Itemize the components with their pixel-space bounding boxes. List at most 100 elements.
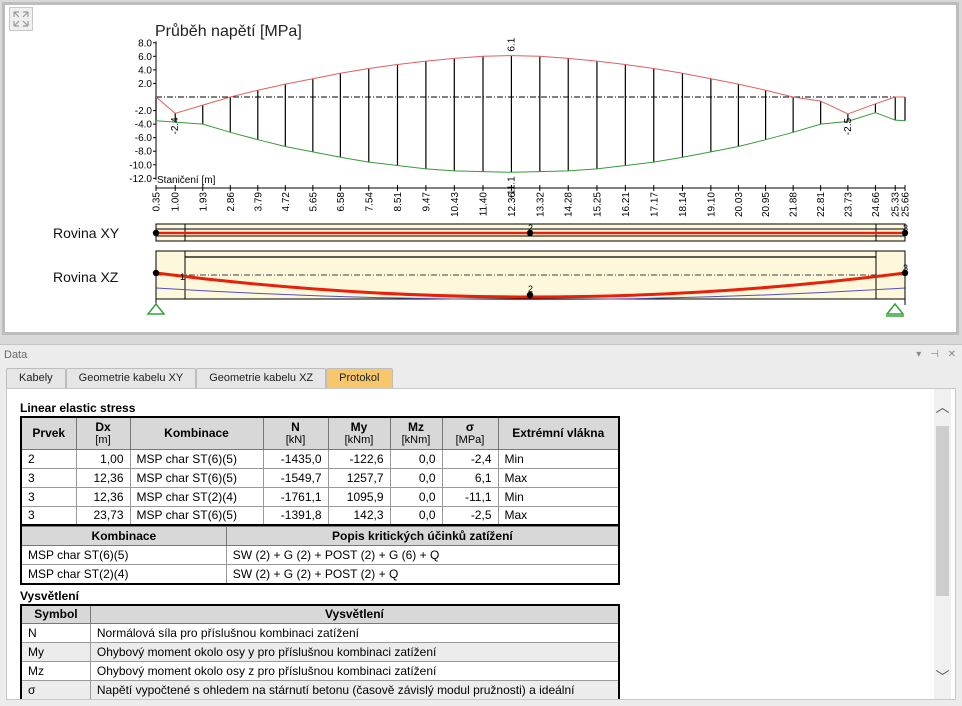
stress-cell: Max [497,505,620,526]
stress-header-unit: [kNm] [401,434,431,447]
combo-table-header: Kombinace Popis kritických účinků zatíže… [20,526,620,546]
x-tick-label: 9.47 [421,192,432,212]
stress-cell: -1761,1 [262,486,329,507]
tab-kabely[interactable]: Kabely [6,368,66,388]
scroll-down-icon[interactable]: ﹀ [934,667,951,687]
legend-table-header: Symbol Vysvětlení [20,604,620,624]
pin-icon[interactable]: ⊣ [930,349,939,360]
tab-bar: Kabely Geometrie kabelu XY Geometrie kabel… [6,368,393,388]
stress-header-2: Kombinace [129,416,264,450]
stress-cell: 0,0 [389,448,443,469]
stress-header-label: Prvek [32,426,66,441]
data-panel: Data ▾ ⊣ ✕ Kabely Geometrie kabelu XY Geom… [0,344,962,706]
peak-label: 6.1 [506,37,517,51]
stress-cell: 3 [20,467,77,488]
node-label: 3 [903,263,908,273]
combo-cell: SW (2) + G (2) + POST (2) + Q [225,564,620,584]
stress-header-6: σ [MPa] [441,416,499,450]
stress-chart: Průběh napětí [MPa]8.0 6.0 4.0 2.0 -2.0 -4.0 -… [53,22,912,317]
table-row: 3 12,36 MSP char ST(6)(5) -1549,7 1257,7 0,0 6… [20,467,620,488]
x-tick-label: 16.21 [621,192,632,217]
x-tick-label: 3.79 [253,192,264,212]
y-tick-label: 6.0 [138,52,152,63]
scroll-thumb[interactable] [936,426,949,596]
chart-title: Průběh napětí [MPa] [155,22,302,40]
legend-title: Vysvětlení [20,588,79,603]
x-tick-label: 25.66 [901,192,912,217]
legend-table-body: N Normálová síla pro příslušnou kombinaci… [20,623,620,699]
combo-header-kombinace: Kombinace [20,526,227,546]
stress-cell: Max [497,467,620,488]
stress-cell: 0,0 [389,486,443,507]
stress-cell: -2,4 [441,448,499,469]
x-tick-label: 1.00 [171,192,182,212]
stress-header-label: Kombinace [164,426,229,441]
node-label: 3 [903,223,908,233]
stress-header-unit: [kNm] [344,434,374,447]
stress-header-label: Extrémní vlákna [512,426,605,441]
x-tick-label: 1.93 [198,192,209,212]
tab-geometrie-xy[interactable]: Geometrie kabelu XY [65,368,197,388]
x-tick-label: 14.28 [564,192,575,217]
scroll-up-icon[interactable]: ︿ [934,397,951,417]
tab-protokol[interactable]: Protokol [326,368,393,388]
table-row: N Normálová síla pro příslušnou kombinaci… [20,623,620,643]
stress-header-label: σ [465,420,475,435]
stress-header-7: Extrémní vlákna [497,416,620,450]
y-tick-label: -8.0 [135,147,153,158]
support-right-icon [885,302,905,315]
stress-header-unit: [kN] [285,434,306,447]
stress-header-unit: [m] [95,434,111,447]
combo-cell: SW (2) + G (2) + POST (2) + G (6) + Q [225,545,620,565]
stress-header-label: Mz [408,420,424,435]
stress-cell: 3 [20,486,77,507]
legend-cell: Mz [20,661,91,681]
node-point [152,229,160,237]
table-row: 2 1,00 MSP char ST(6)(5) -1435,0 -122,6 0,0 -2… [20,448,620,469]
stress-cell: -1391,8 [262,505,329,526]
stress-cell: Min [497,448,620,469]
x-tick-label: 19.10 [706,192,717,217]
combo-header-popis: Popis kritických účinků zatížení [225,526,620,546]
stress-cell: 23,73 [75,505,131,526]
stress-header-label: N [291,420,300,435]
close-icon[interactable]: ✕ [948,349,956,360]
stress-cell: MSP char ST(6)(5) [129,448,264,469]
table-row: My Ohybový moment okolo osy y pro přísluš… [20,642,620,662]
x-tick-label: 2.86 [226,192,237,212]
stress-header-5: Mz [kNm] [389,416,443,450]
stress-cell: 12,36 [75,486,131,507]
x-tick-label: 22.81 [816,192,827,217]
stress-table: Prvek Dx [m] Kombinace N [kN] My [kNm] Mz [kNm] σ[… [20,416,620,526]
stress-cell: 0,0 [389,467,443,488]
stress-cell: 1,00 [75,448,131,469]
y-tick-label: -12.0 [129,174,152,185]
stress-diagram-panel: Průběh napětí [MPa] 8.0 6.0 4.0 2.0 -2.0 -4.0 -… [2,2,959,335]
combo-table-body: MSP char ST(6)(5) SW (2) + G (2) + POST (… [20,545,620,584]
x-tick-label: 4.72 [281,192,292,212]
stress-cell: Min [497,486,620,507]
x-tick-label: 18.14 [678,192,689,217]
plane-xz-label: Rovina XZ [53,269,119,285]
stress-cell: -1549,7 [262,467,329,488]
stress-cell: MSP char ST(2)(4) [129,486,264,507]
stress-table-header: Prvek Dx [m] Kombinace N [kN] My [kNm] Mz [kNm] σ[… [20,416,620,450]
stress-header-label: My [350,420,368,435]
stress-cell: -1435,0 [262,448,329,469]
support-left-icon [146,302,166,315]
tab-geometrie-xz[interactable]: Geometrie kabelu XZ [196,368,327,388]
y-tick-label: -10.0 [129,160,152,171]
data-panel-title: Data ▾ ⊣ ✕ [0,345,962,365]
y-tick-label: -6.0 [135,133,153,144]
dropdown-icon[interactable]: ▾ [916,349,921,360]
table-row: MSP char ST(6)(5) SW (2) + G (2) + POST (… [20,545,620,565]
stress-header-3: N [kN] [262,416,329,450]
x-tick-label: 23.73 [843,192,854,217]
legend-cell: Normálová síla pro příslušnou kombinaci … [89,623,620,643]
stress-cell: 2 [20,448,77,469]
peak-label: -2.5 [843,118,854,136]
node-label: 2 [528,223,533,233]
legend-cell: Ohybový moment okolo osy y pro příslušno… [89,642,620,662]
vertical-scrollbar[interactable]: ︿ ﹀ [934,389,951,699]
table-row: 3 23,73 MSP char ST(6)(5) -1391,8 142,3 0,0 -2… [20,505,620,526]
